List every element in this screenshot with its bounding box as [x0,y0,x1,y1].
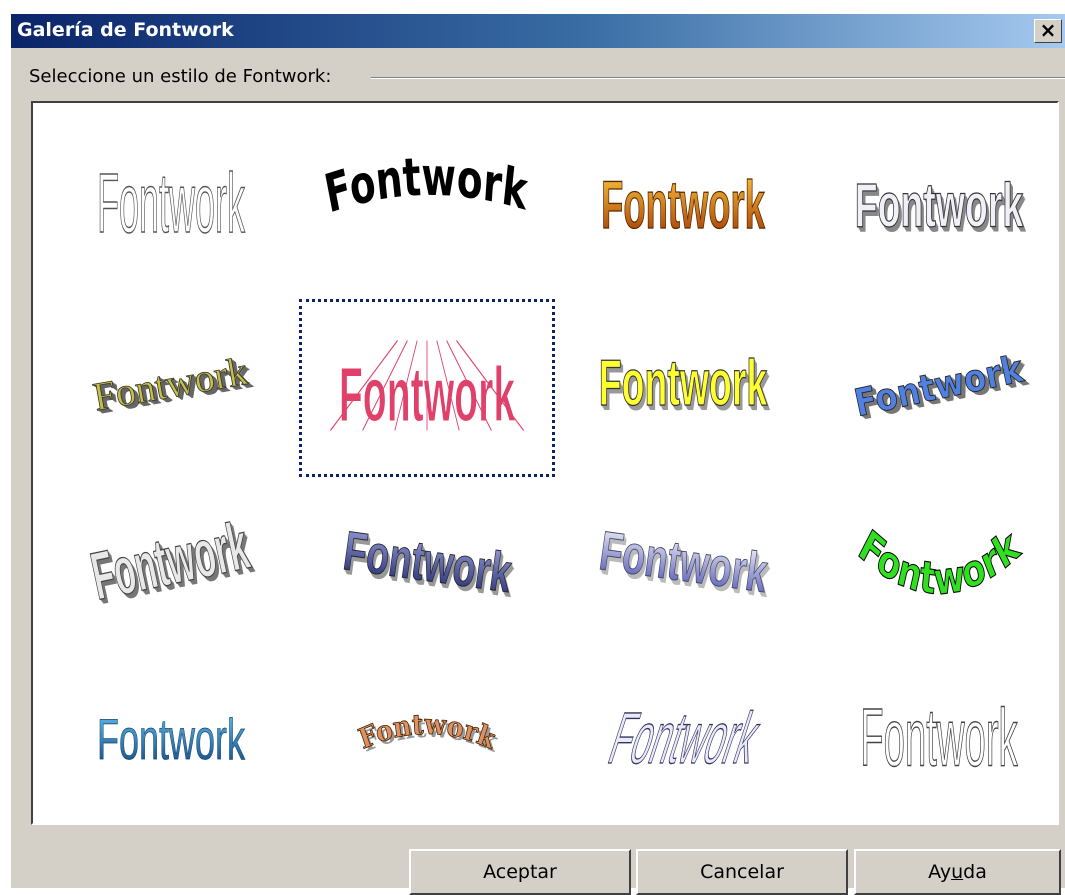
fontwork-style-outline-tall[interactable]: Fontwork [43,121,299,299]
fontwork-sample-text: Fontwork [855,169,1024,239]
fontwork-preview: FontworkFontwork [354,708,502,759]
fontwork-sample-text: Fontwork [319,139,535,237]
fontwork-style-silver-3d[interactable]: Fontwork Fontwork Fontwork Fontwork Fontwork [811,121,1065,299]
ok-button[interactable]: Aceptar [409,849,631,895]
fontwork-style-white-outline[interactable]: Fontwork [811,655,1065,833]
fontwork-preview: Fontwork [330,339,524,438]
fontwork-style-blue-3d-slant[interactable]: Fontwork Fontwork Fontwork Fontwork Fontwork [811,299,1065,477]
fontwork-sample-text: Fontwork [601,167,765,243]
fontwork-preview: FontworkFontworkFontworkFontworkFontwork [85,508,259,619]
fontwork-preview: Fontwork [851,520,1028,606]
group-label: Seleccione un estilo de Fontwork: [29,66,338,87]
fontwork-sample-text: Fontwork [596,519,772,604]
fontwork-style-blue-gradient[interactable]: Fontwork [43,655,299,833]
fontwork-sample-text: Fontwork [860,694,1018,784]
fontwork-sample-text: Fontwork [600,697,770,779]
fontwork-sample-text: Fontwork [599,348,768,420]
fontwork-style-pink-perspective[interactable]: Fontwork [299,299,555,477]
fontwork-style-gallery[interactable]: Fontwork Fontwork Fontwork Fontwork Fontwork… [31,101,1059,825]
fontwork-style-grey-3d[interactable]: Fontwork Fontwork Fontwork Fontwork Fontwork [43,477,299,655]
close-button[interactable]: × [1034,19,1062,43]
fontwork-sample-text: Fontwork [851,521,1027,606]
dialog-title: Galería de Fontwork [17,19,234,41]
fontwork-style-navy-3d-wave[interactable]: Fontwork Fontwork Fontwork Fontwork Fontwork [299,477,555,655]
fontwork-preview: Fontwork [97,155,246,251]
fontwork-sample-text: Fontwork [340,519,516,604]
fontwork-preview: FontworkFontworkFontworkFontworkFontwork [596,518,775,608]
fontwork-style-olive-serif-slant[interactable]: Fontwork Fontwork Fontwork Fontwork Fontwork [43,299,299,477]
close-icon: × [1039,18,1057,42]
fontwork-preview: FontworkFontworkFontworkFontworkFontwork [850,348,1032,429]
help-button-label: Ayuda [928,861,987,883]
fontwork-preview: Fontwork [319,139,535,237]
fontwork-sample-text: Fontwork [97,709,246,773]
fontwork-preview: FontworkFontworkFontworkFontworkFontwork [89,348,255,423]
fontwork-gallery-dialog: Galería de Fontwork × Seleccione un esti… [10,14,1065,895]
ok-button-label: Aceptar [483,861,557,883]
cancel-button[interactable]: Cancelar [636,849,848,895]
fontwork-preview: FontworkFontworkFontworkFontworkFontwork [340,518,519,608]
fontwork-preview: FontworkFontworkFontworkFontworkFontwork [854,169,1026,245]
fontwork-sample-text: Fontwork [85,508,255,614]
fontwork-style-orange-gradient[interactable]: Fontwork [555,121,811,299]
fontwork-preview: Fontwork [601,166,766,243]
fontwork-preview: Fontwork [97,709,246,773]
fontwork-style-yellow-3d[interactable]: Fontwork Fontwork Fontwork Fontwork Fontwork [555,299,811,477]
fontwork-preview: Fontwork [600,697,770,780]
cancel-button-label: Cancelar [700,861,784,883]
fontwork-style-copper-arc[interactable]: Fontwork Fontwork [299,655,555,833]
fontwork-sample-text: Fontwork [97,155,245,250]
fontwork-style-black-arch[interactable]: Fontwork [299,121,555,299]
fontwork-preview: FontworkFontworkFontworkFontworkFontwork [598,347,770,425]
title-bar[interactable]: Galería de Fontwork × [11,14,1065,48]
fontwork-preview: Fontwork [860,693,1019,784]
help-button[interactable]: Ayuda [854,849,1061,895]
fontwork-style-green-arc[interactable]: Fontwork [811,477,1065,655]
group-separator [371,77,1065,79]
fontwork-style-lavender-outline-slant[interactable]: Fontwork [555,655,811,833]
fontwork-sample-text: Fontwork [851,348,1028,426]
fontwork-style-lavender-3d[interactable]: Fontwork Fontwork Fontwork Fontwork Fontwork [555,477,811,655]
